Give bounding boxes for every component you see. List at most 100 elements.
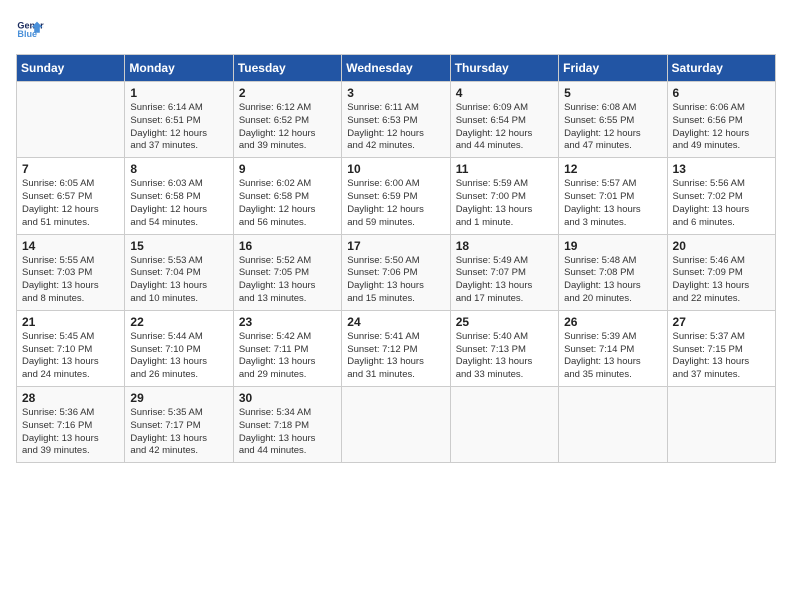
calendar-cell: 22 Sunrise: 5:44 AM Sunset: 7:10 PM Dayli… [125,310,233,386]
day-number: 12 [564,162,661,176]
calendar-cell: 30 Sunrise: 5:34 AM Sunset: 7:18 PM Dayli… [233,387,341,463]
column-header-saturday: Saturday [667,55,775,82]
day-content: Sunrise: 6:09 AM Sunset: 6:54 PM Dayligh… [456,102,553,153]
calendar-cell: 27 Sunrise: 5:37 AM Sunset: 7:15 PM Dayli… [667,310,775,386]
calendar-cell: 17 Sunrise: 5:50 AM Sunset: 7:06 PM Dayli… [342,234,450,310]
calendar-cell: 6Sunrise: 6:06 AM Sunset: 6:56 PM Daylig… [667,82,775,158]
calendar-cell: 2 Sunrise: 6:12 AM Sunset: 6:52 PM Daylig… [233,82,341,158]
calendar-cell: 16 Sunrise: 5:52 AM Sunset: 7:05 PM Dayli… [233,234,341,310]
day-number: 2 [239,86,336,100]
day-content: Sunrise: 5:35 AM Sunset: 7:17 PM Dayligh… [130,407,227,458]
calendar-header-row: SundayMondayTuesdayWednesdayThursdayFrid… [17,55,776,82]
calendar-cell [342,387,450,463]
day-content: Sunrise: 6:14 AM Sunset: 6:51 PM Dayligh… [130,102,227,153]
week-row-2: 7 Sunrise: 6:05 AM Sunset: 6:57 PM Daylig… [17,158,776,234]
day-number: 7 [22,162,119,176]
day-content: Sunrise: 5:52 AM Sunset: 7:05 PM Dayligh… [239,255,336,306]
day-content: Sunrise: 5:56 AM Sunset: 7:02 PM Dayligh… [673,178,770,229]
column-header-thursday: Thursday [450,55,558,82]
page-header: General Blue [16,16,776,44]
calendar-cell: 25Sunrise: 5:40 AM Sunset: 7:13 PM Dayli… [450,310,558,386]
day-number: 3 [347,86,444,100]
day-number: 21 [22,315,119,329]
day-number: 19 [564,239,661,253]
calendar-cell: 12Sunrise: 5:57 AM Sunset: 7:01 PM Dayli… [559,158,667,234]
day-content: Sunrise: 5:46 AM Sunset: 7:09 PM Dayligh… [673,255,770,306]
calendar-table: SundayMondayTuesdayWednesdayThursdayFrid… [16,54,776,463]
calendar-cell [667,387,775,463]
calendar-cell: 21 Sunrise: 5:45 AM Sunset: 7:10 PM Dayli… [17,310,125,386]
logo-icon: General Blue [16,16,44,44]
calendar-cell: 29Sunrise: 5:35 AM Sunset: 7:17 PM Dayli… [125,387,233,463]
day-content: Sunrise: 5:55 AM Sunset: 7:03 PM Dayligh… [22,255,119,306]
week-row-5: 28Sunrise: 5:36 AM Sunset: 7:16 PM Dayli… [17,387,776,463]
day-number: 22 [130,315,227,329]
day-content: Sunrise: 6:00 AM Sunset: 6:59 PM Dayligh… [347,178,444,229]
day-number: 18 [456,239,553,253]
day-number: 15 [130,239,227,253]
calendar-cell: 20Sunrise: 5:46 AM Sunset: 7:09 PM Dayli… [667,234,775,310]
calendar-cell: 3 Sunrise: 6:11 AM Sunset: 6:53 PM Daylig… [342,82,450,158]
day-number: 30 [239,391,336,405]
column-header-tuesday: Tuesday [233,55,341,82]
day-content: Sunrise: 5:37 AM Sunset: 7:15 PM Dayligh… [673,331,770,382]
day-content: Sunrise: 5:44 AM Sunset: 7:10 PM Dayligh… [130,331,227,382]
day-number: 16 [239,239,336,253]
day-number: 9 [239,162,336,176]
day-content: Sunrise: 6:02 AM Sunset: 6:58 PM Dayligh… [239,178,336,229]
logo: General Blue [16,16,48,44]
day-number: 17 [347,239,444,253]
day-content: Sunrise: 6:12 AM Sunset: 6:52 PM Dayligh… [239,102,336,153]
calendar-cell: 14 Sunrise: 5:55 AM Sunset: 7:03 PM Dayli… [17,234,125,310]
calendar-cell: 28Sunrise: 5:36 AM Sunset: 7:16 PM Dayli… [17,387,125,463]
calendar-cell: 4 Sunrise: 6:09 AM Sunset: 6:54 PM Daylig… [450,82,558,158]
calendar-cell [17,82,125,158]
day-number: 5 [564,86,661,100]
svg-text:Blue: Blue [17,29,37,39]
day-content: Sunrise: 5:36 AM Sunset: 7:16 PM Dayligh… [22,407,119,458]
day-content: Sunrise: 6:11 AM Sunset: 6:53 PM Dayligh… [347,102,444,153]
day-content: Sunrise: 6:05 AM Sunset: 6:57 PM Dayligh… [22,178,119,229]
calendar-body: 1 Sunrise: 6:14 AM Sunset: 6:51 PM Daylig… [17,82,776,463]
calendar-cell: 23 Sunrise: 5:42 AM Sunset: 7:11 PM Dayli… [233,310,341,386]
day-content: Sunrise: 5:59 AM Sunset: 7:00 PM Dayligh… [456,178,553,229]
day-content: Sunrise: 5:45 AM Sunset: 7:10 PM Dayligh… [22,331,119,382]
week-row-3: 14 Sunrise: 5:55 AM Sunset: 7:03 PM Dayli… [17,234,776,310]
day-number: 23 [239,315,336,329]
calendar-cell: 15Sunrise: 5:53 AM Sunset: 7:04 PM Dayli… [125,234,233,310]
day-content: Sunrise: 6:08 AM Sunset: 6:55 PM Dayligh… [564,102,661,153]
day-content: Sunrise: 5:50 AM Sunset: 7:06 PM Dayligh… [347,255,444,306]
week-row-1: 1 Sunrise: 6:14 AM Sunset: 6:51 PM Daylig… [17,82,776,158]
calendar-cell: 26 Sunrise: 5:39 AM Sunset: 7:14 PM Dayli… [559,310,667,386]
calendar-cell: 5 Sunrise: 6:08 AM Sunset: 6:55 PM Daylig… [559,82,667,158]
day-number: 1 [130,86,227,100]
day-number: 4 [456,86,553,100]
day-number: 24 [347,315,444,329]
day-number: 10 [347,162,444,176]
calendar-cell: 7 Sunrise: 6:05 AM Sunset: 6:57 PM Daylig… [17,158,125,234]
day-content: Sunrise: 5:39 AM Sunset: 7:14 PM Dayligh… [564,331,661,382]
day-number: 27 [673,315,770,329]
calendar-cell: 19 Sunrise: 5:48 AM Sunset: 7:08 PM Dayli… [559,234,667,310]
day-content: Sunrise: 5:40 AM Sunset: 7:13 PM Dayligh… [456,331,553,382]
calendar-cell [559,387,667,463]
day-number: 13 [673,162,770,176]
day-number: 6 [673,86,770,100]
column-header-monday: Monday [125,55,233,82]
week-row-4: 21 Sunrise: 5:45 AM Sunset: 7:10 PM Dayli… [17,310,776,386]
day-content: Sunrise: 5:42 AM Sunset: 7:11 PM Dayligh… [239,331,336,382]
column-header-wednesday: Wednesday [342,55,450,82]
day-content: Sunrise: 5:48 AM Sunset: 7:08 PM Dayligh… [564,255,661,306]
calendar-cell: 18Sunrise: 5:49 AM Sunset: 7:07 PM Dayli… [450,234,558,310]
calendar-cell [450,387,558,463]
column-header-friday: Friday [559,55,667,82]
day-number: 11 [456,162,553,176]
day-content: Sunrise: 6:03 AM Sunset: 6:58 PM Dayligh… [130,178,227,229]
day-content: Sunrise: 5:34 AM Sunset: 7:18 PM Dayligh… [239,407,336,458]
calendar-cell: 1 Sunrise: 6:14 AM Sunset: 6:51 PM Daylig… [125,82,233,158]
calendar-cell: 9 Sunrise: 6:02 AM Sunset: 6:58 PM Daylig… [233,158,341,234]
day-number: 14 [22,239,119,253]
day-number: 26 [564,315,661,329]
calendar-cell: 11 Sunrise: 5:59 AM Sunset: 7:00 PM Dayli… [450,158,558,234]
column-header-sunday: Sunday [17,55,125,82]
